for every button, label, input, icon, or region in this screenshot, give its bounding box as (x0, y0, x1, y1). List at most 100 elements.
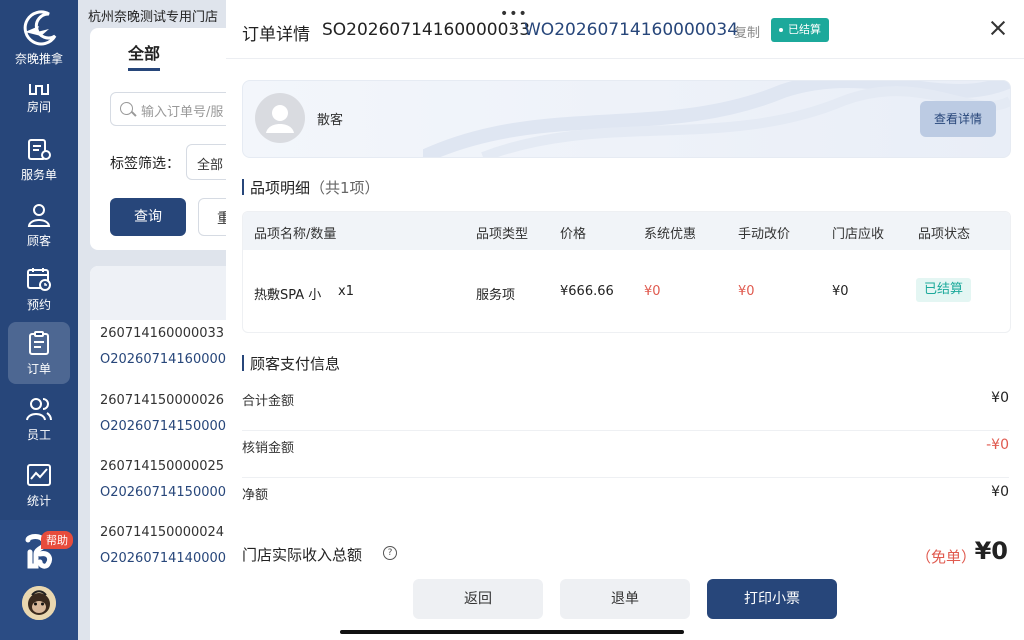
close-icon[interactable] (988, 18, 1008, 38)
payment-value: -¥0 (986, 437, 1009, 453)
free-order-label: （免单） (916, 548, 977, 566)
search-placeholder: 输入订单号/服 (141, 105, 224, 120)
query-button[interactable]: 查询 (110, 198, 186, 236)
items-count: （共1项） (310, 179, 380, 197)
tag-filter-label: 标签筛选： (110, 156, 180, 172)
payment-value: ¥0 (991, 484, 1009, 500)
default-avatar-icon (266, 105, 294, 133)
item-type: 服务项 (476, 288, 516, 303)
tab-all[interactable]: 全部 (128, 40, 160, 64)
nav-item-room[interactable]: 房间 (8, 78, 70, 122)
status-badge: 已结算 (771, 18, 829, 42)
payment-section-title: 顾客支付信息 (250, 355, 341, 373)
copy-button[interactable]: 复制 (734, 22, 760, 41)
nav-item-service-order[interactable]: 服务单 (8, 128, 70, 190)
calendar-icon (27, 268, 51, 291)
item-status-badge: 已结算 (916, 278, 972, 302)
print-receipt-button[interactable]: 打印小票 (707, 579, 837, 619)
item-name: 热敷SPA 小 (254, 288, 322, 303)
nav-label-appointment: 预约 (26, 298, 51, 312)
summary-footer: 门店实际收入总额 ? （免单） ¥0 返回 退单 打印小票 (226, 524, 1024, 640)
items-section-title: 品项明细（共1项） (250, 177, 380, 198)
payment-value: ¥0 (991, 390, 1009, 406)
nav-item-appointment[interactable]: 预约 (8, 258, 70, 320)
col-price: 价格 (560, 227, 587, 242)
number-separator: · (511, 19, 516, 35)
search-icon (120, 102, 133, 115)
items-table: 品项名称/数量 品项类型 价格 系统优惠 手动改价 门店应收 品项状态 热敷SP… (242, 211, 1011, 333)
header-divider (226, 58, 1024, 59)
order-detail-drawer: ••• 订单详情 SO20260714160000033 · WO2026071… (226, 0, 1024, 640)
actual-income-total: ¥0 (974, 537, 1008, 565)
so-number: SO20260714160000033 (322, 20, 531, 40)
view-detail-button[interactable]: 查看详情 (920, 101, 996, 137)
customer-name: 散客 (317, 113, 344, 128)
payment-row-writeoff: 核销金额 -¥0 (242, 431, 1009, 478)
payment-label: 净额 (242, 488, 269, 503)
monkey-avatar-icon (22, 586, 56, 620)
col-system-discount: 系统优惠 (644, 227, 697, 242)
payment-label: 合计金额 (242, 394, 295, 409)
nav-item-staff[interactable]: 员工 (8, 388, 70, 450)
order-list-wo[interactable]: O2026071414000000 (100, 551, 243, 566)
order-icon (29, 331, 49, 355)
user-avatar[interactable] (22, 586, 56, 620)
order-list-so[interactable]: 260714160000033 (100, 326, 224, 341)
col-manual-change: 手动改价 (738, 227, 791, 242)
order-list-wo[interactable]: O2026071416000000 (100, 352, 243, 367)
room-icon (29, 84, 49, 95)
items-title: 品项明细 (250, 179, 311, 197)
nav-label-room: 房间 (26, 100, 51, 114)
refund-button[interactable]: 退单 (560, 579, 690, 619)
back-button[interactable]: 返回 (413, 579, 543, 619)
payment-row-net: 净额 ¥0 (242, 478, 1009, 525)
nav-item-order[interactable]: 订单 (8, 322, 70, 384)
item-price: ¥666.66 (560, 284, 614, 299)
col-name: 品项名称/数量 (254, 227, 337, 242)
col-receivable: 门店应收 (832, 227, 885, 242)
question-icon[interactable]: ? (383, 546, 397, 560)
nav-item-customer[interactable]: 顾客 (8, 194, 70, 256)
order-list-wo[interactable]: O2026071415000000 (100, 419, 243, 434)
item-qty: x1 (338, 284, 354, 299)
actual-income-label: 门店实际收入总额 (242, 546, 363, 564)
staff-icon (26, 398, 52, 421)
status-dot-icon (779, 28, 783, 32)
item-receivable: ¥0 (832, 284, 849, 299)
service-order-icon (28, 139, 51, 160)
items-table-header: 品项名称/数量 品项类型 价格 系统优惠 手动改价 门店应收 品项状态 (243, 212, 1010, 250)
stats-icon (27, 464, 51, 486)
payment-label: 核销金额 (242, 441, 295, 456)
tab-all-indicator (128, 68, 160, 71)
nav-label-service-order: 服务单 (20, 168, 57, 182)
nav-label-order: 订单 (26, 362, 51, 376)
item-manual-change: ¥0 (738, 284, 755, 299)
col-status: 品项状态 (918, 227, 971, 242)
drawer-title: 订单详情 (242, 25, 310, 45)
nav-label-stats: 统计 (26, 494, 51, 508)
brand-name: 奈晚推拿 (14, 52, 63, 66)
moon-logo-icon (23, 10, 57, 46)
store-name: 杭州奈晚测试专用门店 (88, 10, 219, 25)
nav-item-stats[interactable]: 统计 (8, 454, 70, 516)
home-indicator (340, 630, 684, 634)
order-list-so[interactable]: 260714150000025 (100, 459, 224, 474)
nav-label-customer: 顾客 (26, 234, 51, 248)
item-system-discount: ¥0 (644, 284, 661, 299)
section-marker (242, 355, 244, 371)
order-list-so[interactable]: 260714150000024 (100, 525, 224, 540)
nav-label-staff: 员工 (26, 428, 51, 442)
order-list-so[interactable]: 260714150000026 (100, 393, 224, 408)
wo-number-link[interactable]: WO20260714160000034 (524, 20, 738, 40)
customer-icon (27, 204, 51, 227)
payment-row-total: 合计金额 ¥0 (242, 384, 1009, 431)
side-nav: 奈晚推拿 房间 服务单 顾客 预约 订单 员工 统计 帮助 (0, 0, 78, 640)
customer-card: 散客 查看详情 (242, 80, 1011, 158)
help-badge[interactable]: 帮助 (41, 531, 73, 549)
section-marker (242, 179, 244, 195)
brand-logo: 奈晚推拿 (0, 10, 78, 74)
customer-avatar (255, 93, 305, 143)
status-badge-label: 已结算 (788, 23, 821, 36)
col-type: 品项类型 (476, 227, 529, 242)
order-list-wo[interactable]: O2026071415000000 (100, 485, 243, 500)
